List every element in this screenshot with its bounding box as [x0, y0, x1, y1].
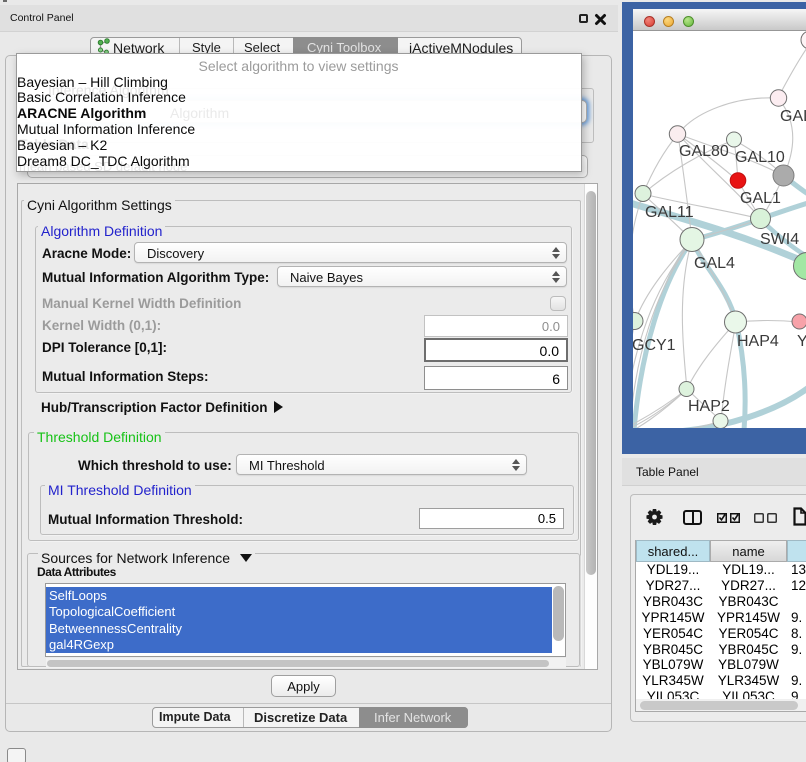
- svg-text:GAL1: GAL1: [740, 190, 781, 207]
- svg-text:SWI4: SWI4: [760, 231, 799, 248]
- svg-text:GCY1: GCY1: [633, 337, 676, 354]
- svg-text:GAL4: GAL4: [694, 255, 735, 272]
- svg-text:GAL10: GAL10: [735, 149, 785, 166]
- svg-text:GAL80: GAL80: [679, 143, 729, 160]
- svg-text:GAL: GAL: [780, 108, 806, 125]
- svg-text:HAP2: HAP2: [688, 398, 730, 415]
- svg-text:HAP4: HAP4: [737, 333, 779, 350]
- svg-text:GAL11: GAL11: [645, 204, 694, 221]
- svg-text:Y: Y: [797, 333, 806, 350]
